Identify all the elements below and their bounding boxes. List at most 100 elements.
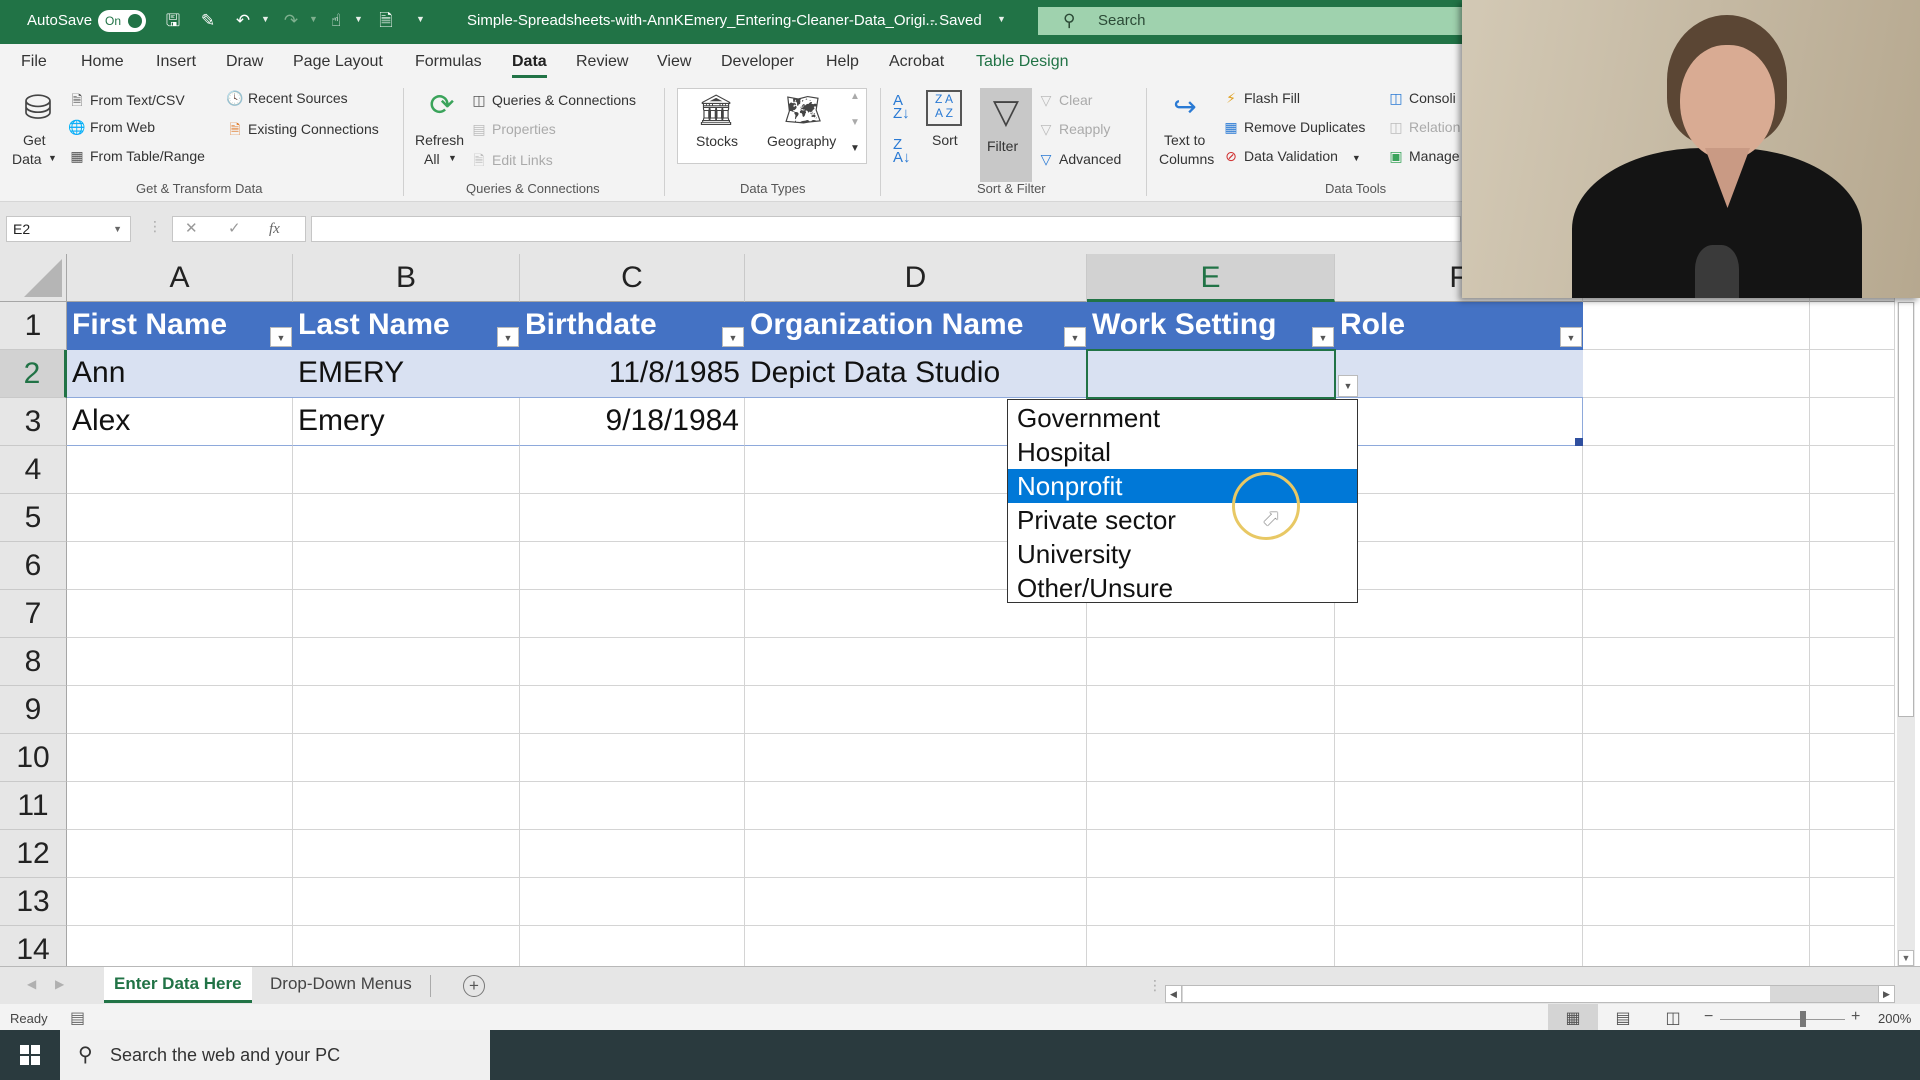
tab-home[interactable]: Home — [81, 53, 124, 71]
filter-dropdown-last-name[interactable]: ▼ — [497, 327, 519, 347]
cell-a12[interactable] — [67, 830, 293, 878]
cell-g2[interactable] — [1583, 350, 1810, 398]
cell-a10[interactable] — [67, 734, 293, 782]
touch-dropdown-icon[interactable]: ▼ — [354, 14, 363, 24]
cell-h1[interactable] — [1810, 302, 1895, 350]
touch-mode-icon[interactable]: ☝ — [325, 10, 347, 32]
gallery-up-icon[interactable]: ▲ — [850, 91, 860, 102]
cell-g4[interactable] — [1583, 446, 1810, 494]
cell-h12[interactable] — [1810, 830, 1895, 878]
cell-h3[interactable] — [1810, 398, 1895, 446]
tab-review[interactable]: Review — [576, 53, 628, 71]
accessibility-icon[interactable]: ▤ — [70, 1008, 85, 1028]
cell-d14[interactable] — [745, 926, 1087, 966]
zoom-in-icon[interactable]: + — [1851, 1008, 1860, 1026]
properties-button[interactable]: ▤ Properties — [470, 121, 555, 138]
tab-developer[interactable]: Developer — [721, 53, 794, 71]
dropdown-option-government[interactable]: Government — [1008, 401, 1357, 435]
redo-dropdown-icon[interactable]: ▼ — [309, 14, 318, 24]
zoom-slider-track[interactable] — [1720, 1019, 1845, 1020]
cell-g14[interactable] — [1583, 926, 1810, 966]
cell-h10[interactable] — [1810, 734, 1895, 782]
filter-button[interactable]: ▽ Filter — [980, 88, 1032, 182]
insert-function-icon[interactable]: fx — [269, 217, 280, 241]
add-sheet-icon[interactable]: + — [463, 975, 485, 997]
cell-c8[interactable] — [520, 638, 745, 686]
reapply-filter-button[interactable]: ▽ Reapply — [1037, 121, 1111, 138]
table-header-first-name[interactable]: First Name — [67, 302, 293, 350]
sheet-nav-prev-icon[interactable]: ◀ — [27, 977, 36, 991]
cell-b8[interactable] — [293, 638, 520, 686]
select-all-button[interactable] — [0, 254, 67, 302]
formula-bar-grip-icon[interactable]: ⋮ — [148, 218, 162, 235]
cell-a3[interactable]: Alex — [67, 398, 293, 446]
cell-e11[interactable] — [1087, 782, 1335, 830]
horizontal-scroll-thumb[interactable] — [1183, 986, 1770, 1002]
cell-f13[interactable] — [1335, 878, 1583, 926]
cell-h5[interactable] — [1810, 494, 1895, 542]
column-header-d[interactable]: D — [745, 254, 1087, 302]
cell-f9[interactable] — [1335, 686, 1583, 734]
filter-dropdown-birthdate[interactable]: ▼ — [722, 327, 744, 347]
cell-c10[interactable] — [520, 734, 745, 782]
filter-dropdown-role[interactable]: ▼ — [1560, 327, 1582, 347]
cell-g13[interactable] — [1583, 878, 1810, 926]
cell-b7[interactable] — [293, 590, 520, 638]
dropdown-option-private-sector[interactable]: Private sector — [1008, 503, 1357, 537]
scroll-left-icon[interactable]: ◀ — [1166, 986, 1182, 1002]
table-header-birthdate[interactable]: Birthdate — [520, 302, 745, 350]
data-validation-button[interactable]: ⊘ Data Validation ▼ — [1222, 148, 1361, 165]
cell-e12[interactable] — [1087, 830, 1335, 878]
tab-data[interactable]: Data — [512, 53, 547, 78]
cell-h7[interactable] — [1810, 590, 1895, 638]
zoom-level[interactable]: 200% — [1878, 1011, 1911, 1026]
cell-f6[interactable] — [1335, 542, 1583, 590]
row-header-7[interactable]: 7 — [0, 590, 67, 638]
cell-f2[interactable] — [1335, 350, 1583, 398]
row-header-4[interactable]: 4 — [0, 446, 67, 494]
relationships-button[interactable]: ◫ Relation — [1387, 119, 1460, 136]
sort-a-to-z-icon[interactable]: A Z↓ — [893, 93, 910, 121]
filter-dropdown-first-name[interactable]: ▼ — [270, 327, 292, 347]
cell-c3[interactable]: 9/18/1984 — [520, 398, 745, 446]
table-header-role[interactable]: Role — [1335, 302, 1583, 350]
cell-b6[interactable] — [293, 542, 520, 590]
cell-e13[interactable] — [1087, 878, 1335, 926]
cell-c13[interactable] — [520, 878, 745, 926]
row-header-6[interactable]: 6 — [0, 542, 67, 590]
cell-f7[interactable] — [1335, 590, 1583, 638]
cell-d11[interactable] — [745, 782, 1087, 830]
save-status[interactable]: - Saved — [930, 12, 982, 29]
cell-h14[interactable] — [1810, 926, 1895, 966]
cell-h9[interactable] — [1810, 686, 1895, 734]
cell-h8[interactable] — [1810, 638, 1895, 686]
cell-e10[interactable] — [1087, 734, 1335, 782]
cell-h2[interactable] — [1810, 350, 1895, 398]
worksheet-grid[interactable]: A B C D E F G H 1234567891011121314 Firs… — [0, 254, 1895, 966]
row-header-1[interactable]: 1 — [0, 302, 67, 350]
name-box[interactable]: E2 ▼ — [6, 216, 131, 242]
cell-a5[interactable] — [67, 494, 293, 542]
dropdown-option-other-unsure[interactable]: Other/Unsure — [1008, 571, 1357, 605]
column-header-c[interactable]: C — [520, 254, 745, 302]
table-header-work-setting[interactable]: Work Setting — [1087, 302, 1335, 350]
cell-d13[interactable] — [745, 878, 1087, 926]
sheet-tab-drop-down-menus[interactable]: Drop-Down Menus — [260, 967, 422, 1003]
from-text-csv-button[interactable]: 🗎 From Text/CSV — [68, 90, 184, 114]
customize-qat-icon[interactable]: ▼ — [416, 14, 425, 24]
cell-a2[interactable]: Ann — [67, 350, 293, 398]
cell-f4[interactable] — [1335, 446, 1583, 494]
row-header-3[interactable]: 3 — [0, 398, 67, 446]
cell-c12[interactable] — [520, 830, 745, 878]
gallery-more-icon[interactable]: ▼ — [850, 143, 860, 154]
cell-f14[interactable] — [1335, 926, 1583, 966]
cell-g6[interactable] — [1583, 542, 1810, 590]
windows-start-icon[interactable] — [20, 1045, 40, 1065]
tab-file[interactable]: File — [21, 53, 47, 71]
cell-c14[interactable] — [520, 926, 745, 966]
column-header-b[interactable]: B — [293, 254, 520, 302]
tab-page-layout[interactable]: Page Layout — [293, 53, 383, 71]
row-header-5[interactable]: 5 — [0, 494, 67, 542]
sheet-tab-enter-data-here[interactable]: Enter Data Here — [104, 967, 252, 1003]
row-header-2[interactable]: 2 — [0, 350, 67, 398]
